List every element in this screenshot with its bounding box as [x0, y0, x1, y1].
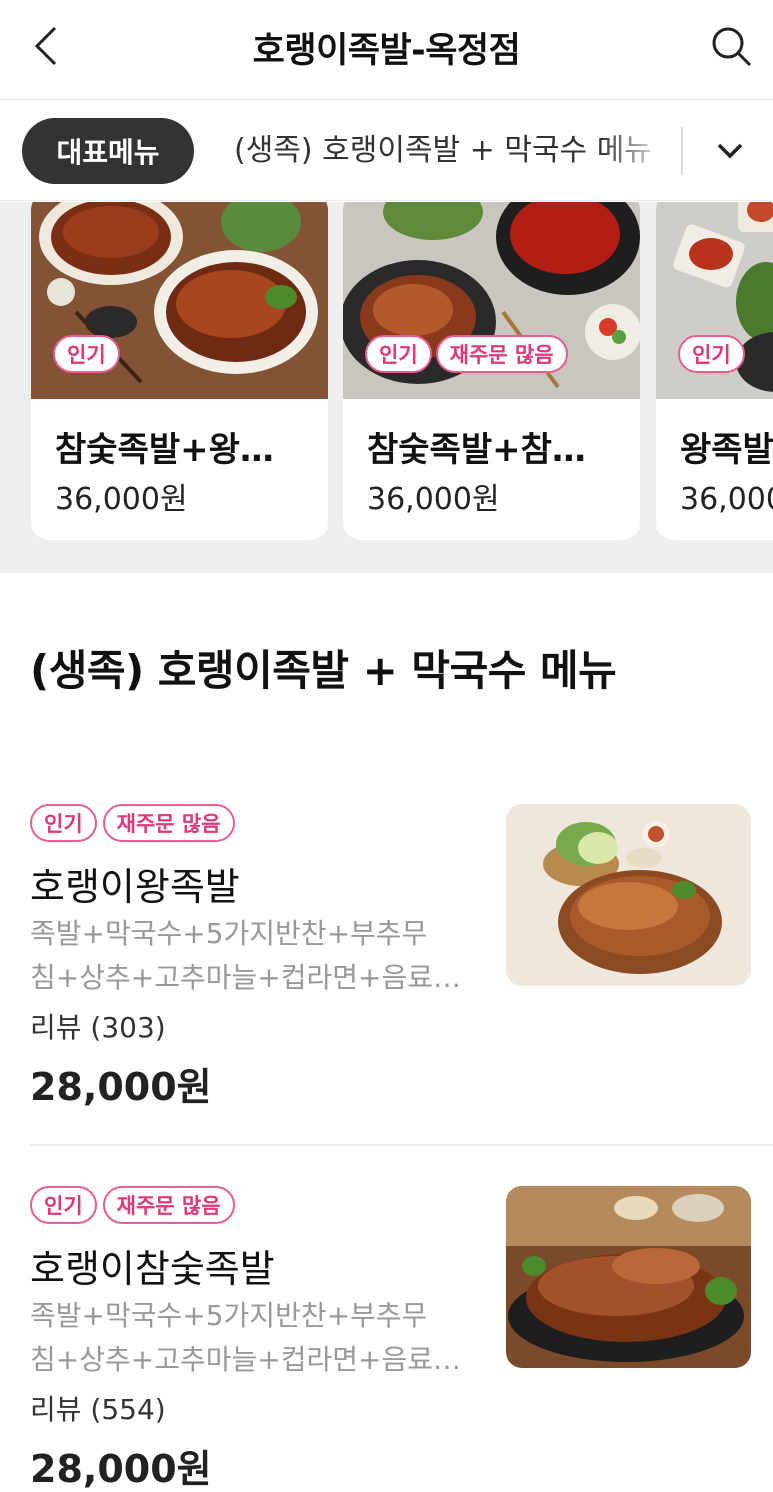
menu-description: 족발+막국수+5가지반찬+부추무 침+상추+고추마늘+컵라면+음료… [30, 1294, 480, 1382]
category-tabs: 대표메뉴 (생족) 호랭이족발 + 막국수 메뉴 [0, 101, 773, 201]
description-line: 족발+막국수+5가지반찬+부추무 [30, 917, 428, 950]
featured-card[interactable]: 인기 참숯족발+왕… 36,000원 [31, 202, 328, 540]
menu-price: 36,000원 [367, 482, 500, 517]
review-count: 리뷰 (554) [30, 1393, 166, 1426]
popular-badge: 인기 [30, 1186, 97, 1224]
menu-list-item[interactable]: 인기 재주문 많음 호랭이참숯족발 족발+막국수+5가지반찬+부추무 침+상추+… [0, 1186, 773, 1492]
menu-list-item[interactable]: 인기 재주문 많음 호랭이왕족발 족발+막국수+5가지반찬+부추무 침+상추+고… [0, 804, 773, 1124]
menu-name: 왕족발 [680, 430, 773, 470]
page-title: 호랭이족발-옥정점 [252, 31, 521, 71]
menu-name: 호랭이참숯족발 [30, 1247, 275, 1291]
featured-card[interactable]: 인기 재주문 많음 참숯족발+참… 36,000원 [343, 202, 640, 540]
reorder-badge: 재주문 많음 [102, 1186, 235, 1224]
badge-group: 인기 [678, 335, 745, 373]
badge-group: 인기 [53, 335, 120, 373]
menu-price: 36,000원 [55, 482, 188, 517]
featured-menu-carousel[interactable]: 인기 참숯족발+왕… 36,000원 인기 재주문 많음 참숯족발+참… 36,… [0, 202, 773, 573]
menu-price: 28,000원 [30, 1447, 212, 1491]
menu-name: 참숯족발+왕… [55, 430, 274, 470]
menu-description: 족발+막국수+5가지반찬+부추무 침+상추+고추마늘+컵라면+음료… [30, 912, 480, 1000]
menu-name: 참숯족발+참… [367, 430, 586, 470]
tab-tiger-jokbal-makguksu[interactable]: (생족) 호랭이족발 + 막국수 메뉴 [234, 101, 652, 201]
menu-price: 36,000원 [680, 482, 773, 517]
menu-name: 호랭이왕족발 [30, 865, 240, 909]
popular-badge: 인기 [30, 804, 97, 842]
list-divider [30, 1144, 773, 1146]
search-icon [712, 27, 752, 67]
menu-price: 28,000원 [30, 1065, 212, 1109]
badge-group: 인기 재주문 많음 [365, 335, 568, 373]
popular-badge: 인기 [53, 335, 120, 373]
reorder-badge: 재주문 많음 [102, 804, 235, 842]
description-line: 족발+막국수+5가지반찬+부추무 [30, 1299, 428, 1332]
popular-badge: 인기 [365, 335, 432, 373]
tab-signature-menu[interactable]: 대표메뉴 [22, 118, 194, 184]
chevron-down-icon [717, 143, 743, 159]
search-button[interactable] [707, 22, 755, 70]
badge-group: 인기 재주문 많음 [30, 804, 235, 842]
app-header: 호랭이족발-옥정점 [0, 0, 773, 100]
menu-thumbnail [506, 804, 751, 986]
description-line: 침+상추+고추마늘+컵라면+음료… [30, 1343, 461, 1376]
description-line: 침+상추+고추마늘+컵라면+음료… [30, 961, 461, 994]
badge-group: 인기 재주문 많음 [30, 1186, 235, 1224]
featured-card[interactable]: 인기 왕족발 36,000원 [656, 202, 773, 540]
tab-divider [681, 127, 683, 175]
reorder-badge: 재주문 많음 [435, 335, 568, 373]
tab-fade-overlay [600, 121, 680, 181]
menu-thumbnail [506, 1186, 751, 1368]
review-count: 리뷰 (303) [30, 1011, 166, 1044]
section-title: (생족) 호랭이족발 + 막국수 메뉴 [30, 646, 617, 695]
expand-categories-button[interactable] [700, 127, 760, 175]
popular-badge: 인기 [678, 335, 745, 373]
